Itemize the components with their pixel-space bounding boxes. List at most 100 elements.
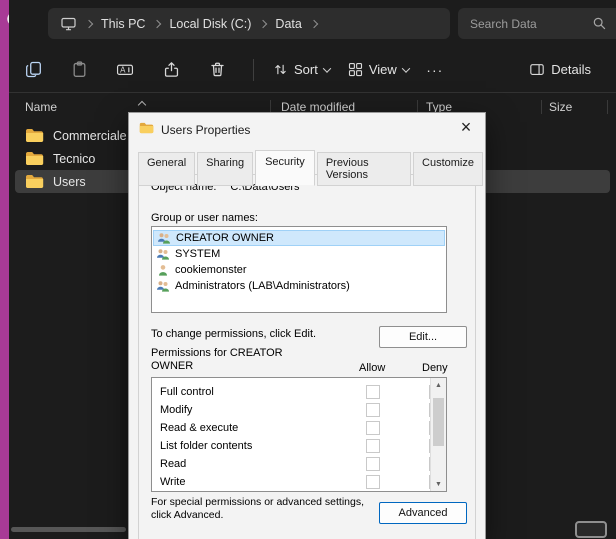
sort-icon xyxy=(273,62,288,77)
search-icon xyxy=(592,16,607,31)
tab-previous-versions[interactable]: Previous Versions xyxy=(317,152,411,186)
sort-ascending-icon xyxy=(138,101,146,109)
rename-icon: A xyxy=(116,61,134,78)
file-name: Users xyxy=(53,175,86,189)
breadcrumb-chevron-icon xyxy=(310,19,318,27)
details-pane-icon xyxy=(529,62,545,77)
copy-button[interactable] xyxy=(13,52,53,88)
deny-column-label: Deny xyxy=(422,362,448,374)
permission-name: Read xyxy=(160,458,186,470)
column-divider[interactable] xyxy=(541,100,542,114)
edit-hint-text: To change permissions, click Edit. xyxy=(151,328,316,340)
permission-row-modify: Modify xyxy=(152,401,446,419)
permission-row-read-execute: Read & execute xyxy=(152,419,446,437)
group-icon xyxy=(156,280,170,293)
trash-icon xyxy=(209,61,226,78)
group-user-names-label: Group or user names: xyxy=(151,212,258,224)
chevron-down-icon xyxy=(402,64,410,72)
edit-button[interactable]: Edit... xyxy=(379,326,467,348)
allow-column-label: Allow xyxy=(359,362,385,374)
list-item-cookiemonster[interactable]: cookiemonster xyxy=(153,262,445,278)
rename-button[interactable]: A xyxy=(105,52,145,88)
breadcrumb-this-pc[interactable]: This PC xyxy=(101,17,145,31)
column-divider[interactable] xyxy=(607,100,608,114)
scroll-down-icon[interactable]: ▼ xyxy=(431,477,446,491)
folder-icon xyxy=(139,122,154,134)
list-item-system[interactable]: SYSTEM xyxy=(153,246,445,262)
scrollbar-thumb[interactable] xyxy=(433,398,444,446)
advanced-hint-text: For special permissions or advanced sett… xyxy=(151,496,369,521)
list-item-creator-owner[interactable]: CREATOR OWNER xyxy=(153,230,445,246)
list-item-administrators[interactable]: Administrators (LAB\Administrators) xyxy=(153,278,445,294)
permission-name: Write xyxy=(160,476,185,488)
advanced-button[interactable]: Advanced xyxy=(379,502,467,524)
permission-row-list-folder-contents: List folder contents xyxy=(152,437,446,455)
principal-name: SYSTEM xyxy=(175,248,220,260)
details-button[interactable]: Details xyxy=(520,52,600,88)
allow-checkbox[interactable] xyxy=(366,421,380,435)
delete-button[interactable] xyxy=(197,52,237,88)
sort-label: Sort xyxy=(294,62,318,77)
column-name[interactable]: Name xyxy=(25,100,57,114)
allow-checkbox[interactable] xyxy=(366,403,380,417)
this-pc-icon xyxy=(60,16,77,32)
address-bar[interactable]: This PC Local Disk (C:) Data xyxy=(48,8,450,39)
paste-icon xyxy=(71,61,88,78)
principal-name: Administrators (LAB\Administrators) xyxy=(175,280,350,292)
permissions-list: Full control Modify Read & execute List … xyxy=(151,377,447,492)
paste-button[interactable] xyxy=(59,52,99,88)
tab-security[interactable]: Security xyxy=(255,150,315,186)
column-size[interactable]: Size xyxy=(549,100,572,114)
view-label: View xyxy=(369,62,397,77)
copy-icon xyxy=(25,61,42,78)
svg-text:A: A xyxy=(120,65,126,74)
dialog-title: Users Properties xyxy=(161,123,250,137)
breadcrumb-local-disk-c[interactable]: Local Disk (C:) xyxy=(169,17,251,31)
user-icon xyxy=(156,264,170,277)
permission-name: List folder contents xyxy=(160,440,252,452)
close-icon[interactable]: × xyxy=(455,116,477,138)
tab-customize[interactable]: Customize xyxy=(413,152,483,186)
permission-row-read: Read xyxy=(152,455,446,473)
folder-icon xyxy=(25,174,44,189)
permission-name: Read & execute xyxy=(160,422,238,434)
more-options-button[interactable]: ··· xyxy=(418,52,452,88)
tab-strip: General Sharing Security Previous Versio… xyxy=(138,152,485,186)
breadcrumb-chevron-icon xyxy=(153,19,161,27)
group-icon xyxy=(157,232,171,245)
share-button[interactable] xyxy=(151,52,191,88)
file-name: Tecnico xyxy=(53,152,95,166)
tab-sharing[interactable]: Sharing xyxy=(197,152,253,186)
allow-checkbox[interactable] xyxy=(366,385,380,399)
permissions-scrollbar[interactable]: ▲ ▼ xyxy=(430,378,446,491)
permission-row-write: Write xyxy=(152,473,446,491)
sort-button[interactable]: Sort xyxy=(264,52,339,88)
allow-checkbox[interactable] xyxy=(366,457,380,471)
properties-dialog: Users Properties × General Sharing Secur… xyxy=(128,112,486,539)
file-name: Commerciale xyxy=(53,129,127,143)
share-icon xyxy=(163,61,180,78)
allow-checkbox[interactable] xyxy=(366,439,380,453)
system-tray-icon[interactable] xyxy=(575,521,607,538)
permission-row-full-control: Full control xyxy=(152,383,446,401)
tab-general[interactable]: General xyxy=(138,152,195,186)
breadcrumb-chevron-icon xyxy=(85,19,93,27)
ellipsis-icon: ··· xyxy=(426,62,443,78)
permission-name: Full control xyxy=(160,386,214,398)
toolbar-divider xyxy=(253,59,254,81)
background-app-edge xyxy=(0,0,9,539)
permission-name: Modify xyxy=(160,404,192,416)
breadcrumb-data[interactable]: Data xyxy=(275,17,301,31)
breadcrumb-chevron-icon xyxy=(259,19,267,27)
permissions-for-label: Permissions for CREATOR OWNER xyxy=(151,347,301,373)
allow-checkbox[interactable] xyxy=(366,475,380,489)
folder-icon xyxy=(25,128,44,143)
view-button[interactable]: View xyxy=(339,52,418,88)
scroll-up-icon[interactable]: ▲ xyxy=(431,378,446,392)
folder-icon xyxy=(25,151,44,166)
view-grid-icon xyxy=(348,62,363,77)
command-toolbar: A S xyxy=(9,47,616,93)
horizontal-scrollbar-thumb[interactable] xyxy=(11,527,126,532)
group-icon xyxy=(156,248,170,261)
screen: This PC Local Disk (C:) Data xyxy=(0,0,616,539)
